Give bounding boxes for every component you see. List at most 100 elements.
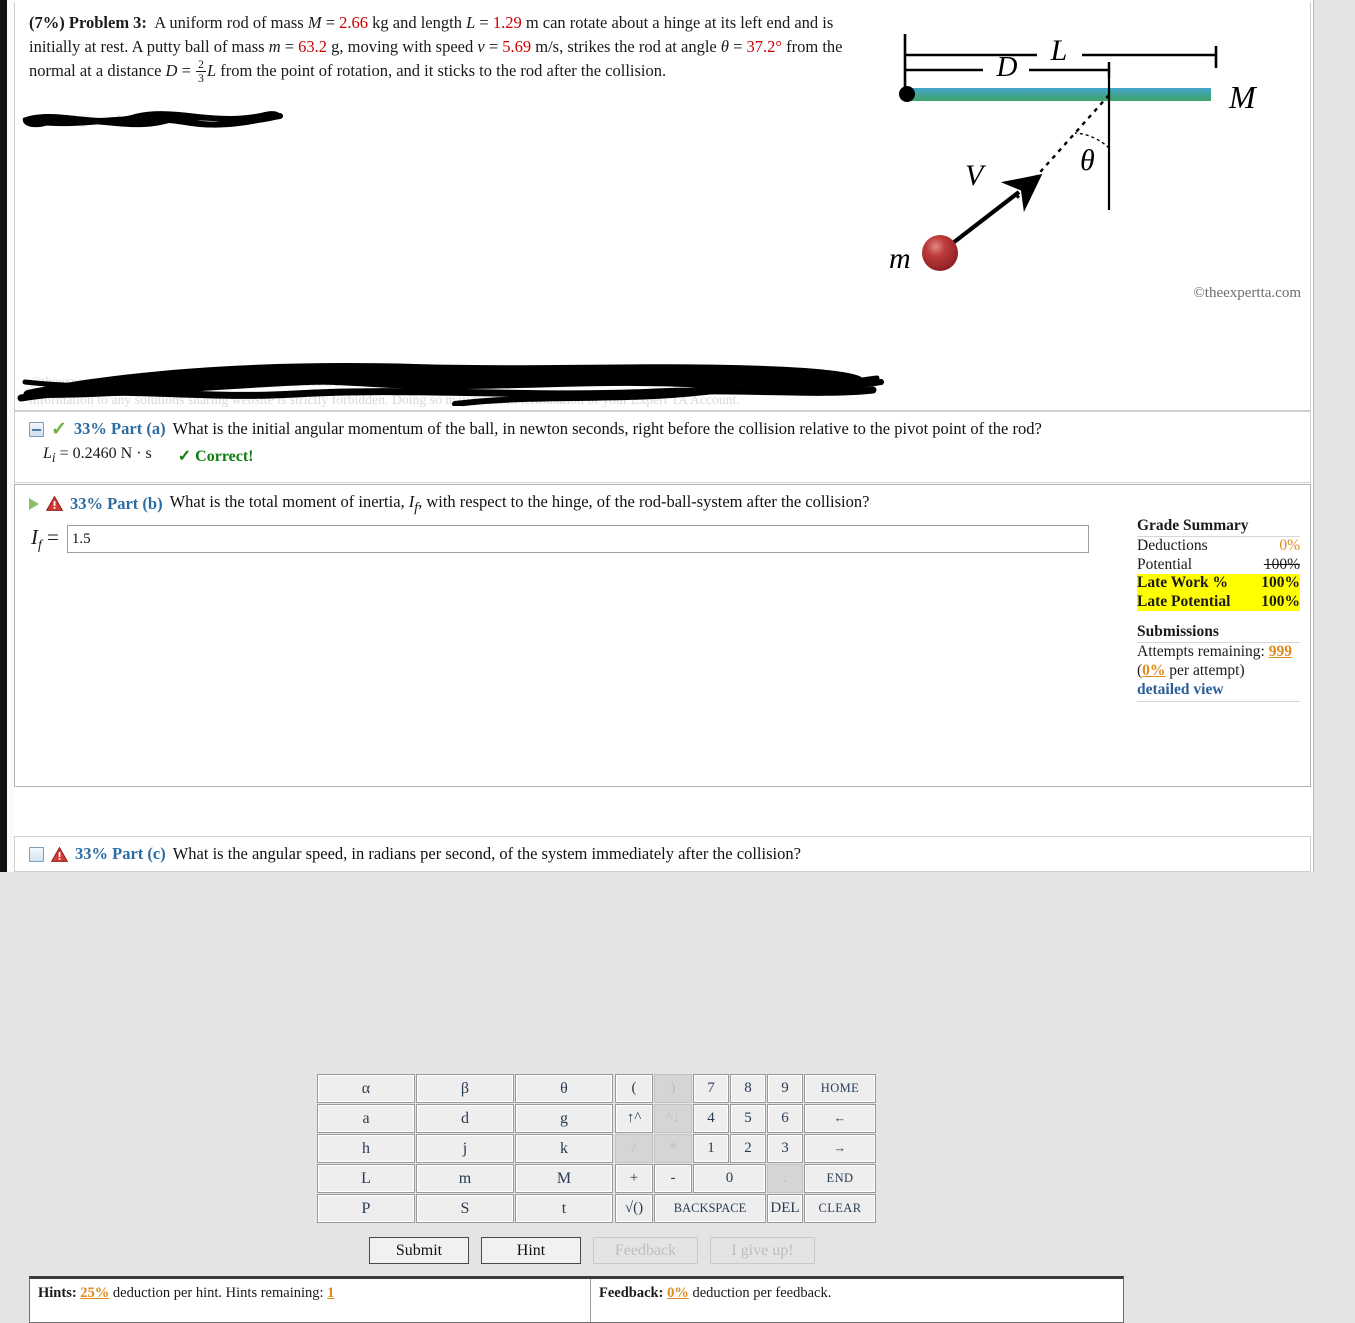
- fraction-numerator: 2: [196, 57, 206, 72]
- keypad-key-6[interactable]: 6: [767, 1104, 803, 1133]
- red-warning-icon: [45, 495, 64, 512]
- part-b-answer-sub: f: [38, 537, 42, 553]
- part-b-header: 33% Part (b) What is the total moment of…: [29, 492, 869, 515]
- grade-row-value: 100%: [1261, 592, 1300, 610]
- figure-credit: ©theexpertta.com: [1193, 285, 1301, 301]
- part-b-question-pre: What is the total moment of inertia,: [169, 492, 409, 511]
- keypad-key-DEL[interactable]: DEL: [767, 1194, 803, 1223]
- keypad-key-END[interactable]: END: [804, 1164, 876, 1193]
- per-attempt-row: (0% per attempt): [1137, 662, 1300, 681]
- keypad-key-[interactable]: (: [615, 1074, 653, 1103]
- rod-shape: [909, 88, 1211, 101]
- feedback-button: Feedback: [593, 1237, 698, 1264]
- keypad-key-h[interactable]: h: [317, 1134, 415, 1163]
- submit-button[interactable]: Submit: [369, 1237, 469, 1264]
- keypad-key-[interactable]: →: [804, 1134, 876, 1163]
- keypad-row: αβθ: [317, 1074, 613, 1103]
- hints-bar: Hints: 25% deduction per hint. Hints rem…: [29, 1276, 1124, 1323]
- var-M: M: [307, 13, 322, 32]
- keypad-key-HOME[interactable]: HOME: [804, 1074, 876, 1103]
- keypad-key-9[interactable]: 9: [767, 1074, 803, 1103]
- keypad-key-k[interactable]: k: [515, 1134, 613, 1163]
- part-c-header: 33% Part (c) What is the angular speed, …: [29, 844, 801, 864]
- part-b-question: What is the total moment of inertia, If,…: [170, 492, 870, 515]
- hint-button[interactable]: Hint: [481, 1237, 581, 1264]
- keypad-key-3[interactable]: 3: [767, 1134, 803, 1163]
- part-a-answer-var: L: [43, 445, 52, 462]
- grade-row-value: 100%: [1263, 555, 1300, 573]
- grade-row-potential: Potential 100%: [1137, 556, 1300, 575]
- keypad-key-β[interactable]: β: [416, 1074, 514, 1103]
- problem-statement-panel: (7%) Problem 3: A uniform rod of mass M …: [14, 2, 1311, 411]
- keypad-key-S[interactable]: S: [416, 1194, 514, 1223]
- keypad-key-P[interactable]: P: [317, 1194, 415, 1223]
- keypad-symbols[interactable]: αβθadghjkLmMPSt: [316, 1073, 614, 1224]
- keypad-key-[interactable]: +: [615, 1164, 653, 1193]
- var-v: v: [477, 36, 485, 56]
- hints-deduction-pct: 25%: [80, 1285, 110, 1301]
- grade-row-deductions: Deductions 0%: [1137, 537, 1300, 556]
- detailed-view-link[interactable]: detailed view: [1137, 681, 1224, 698]
- keypad-key-[interactable]: -: [654, 1164, 692, 1193]
- keypad-key-[interactable]: √(): [615, 1194, 653, 1223]
- problem-figure: L D M θ V m ©theexpertta.com: [877, 20, 1307, 310]
- var-m: m: [268, 36, 281, 56]
- keypad-key-7[interactable]: 7: [693, 1074, 729, 1103]
- watermark-tos-line2: information to any solutions sharing web…: [29, 392, 740, 407]
- keypad-key-[interactable]: ←: [804, 1104, 876, 1133]
- keypad-key-M[interactable]: M: [515, 1164, 613, 1193]
- keypad-key-1[interactable]: 1: [693, 1134, 729, 1163]
- per-attempt-text: per attempt): [1165, 661, 1245, 679]
- part-b-score: 33% Part (b): [70, 493, 163, 513]
- keypad-key-d[interactable]: d: [416, 1104, 514, 1133]
- plain-box-icon[interactable]: [29, 846, 44, 862]
- feedback-label: Feedback:: [599, 1285, 664, 1301]
- grade-row-value: 0%: [1279, 537, 1300, 554]
- hints-remaining-count: 1: [327, 1285, 335, 1301]
- feedback-deduction-pct: 0%: [667, 1285, 689, 1301]
- var-L2: L: [206, 61, 217, 81]
- eq-6: =: [177, 61, 196, 81]
- keypad-key-g[interactable]: g: [515, 1104, 613, 1133]
- keypad-key-CLEAR[interactable]: CLEAR: [804, 1194, 876, 1223]
- part-b-answer-label: If =: [31, 525, 59, 553]
- keypad-key-θ[interactable]: θ: [515, 1074, 613, 1103]
- keypad-key-[interactable]: ↑^: [615, 1104, 653, 1133]
- keypad-key-BACKSPACE[interactable]: BACKSPACE: [654, 1194, 766, 1223]
- window-left-edge: [0, 0, 7, 872]
- math-keypad[interactable]: αβθadghjkLmMPSt () 7 8 9 HOME ↑^ ^↓ 4 5 6 ← / * 1 2 3 → +…: [316, 1073, 877, 1224]
- keypad-key-m[interactable]: m: [416, 1164, 514, 1193]
- minus-box-icon[interactable]: [29, 421, 44, 437]
- keypad-key-8[interactable]: 8: [730, 1074, 766, 1103]
- var-D: D: [165, 61, 178, 81]
- keypad-key-5[interactable]: 5: [730, 1104, 766, 1133]
- keypad-key-j[interactable]: j: [416, 1134, 514, 1163]
- grade-bottom-rule: [1137, 700, 1300, 702]
- keypad-key-0[interactable]: 0: [693, 1164, 766, 1193]
- green-check-icon: ✓: [51, 418, 67, 440]
- attempts-row: Attempts remaining: 999: [1137, 643, 1300, 662]
- part-a-answer-line: Li = 0.2460 N · s ✓ Correct!: [43, 445, 253, 466]
- keypad-numeric[interactable]: () 7 8 9 HOME ↑^ ^↓ 4 5 6 ← / * 1 2 3 → + -0. END √() BACKSPA…: [614, 1073, 877, 1224]
- keypad-key-α[interactable]: α: [317, 1074, 415, 1103]
- keypad-key-L[interactable]: L: [317, 1164, 415, 1193]
- part-a-answer: Li = 0.2460 N · s: [43, 445, 152, 466]
- answer-input[interactable]: [66, 525, 1089, 554]
- grade-rows: Deductions 0% Potential 100% Late Work % 100%…: [1137, 537, 1300, 612]
- keypad-row: + -0. END: [615, 1164, 876, 1193]
- part-a-status: ✓ Correct!: [177, 447, 254, 465]
- attempts-count: 999: [1268, 643, 1292, 661]
- keypad-row: / * 1 2 3 →: [615, 1134, 876, 1163]
- part-c-question: What is the angular speed, in radians pe…: [172, 844, 801, 863]
- figure-label-theta: θ: [1080, 144, 1095, 177]
- keypad-key-2[interactable]: 2: [730, 1134, 766, 1163]
- green-triangle-right-icon[interactable]: [29, 497, 39, 510]
- part-a-score: 33% Part (a): [73, 419, 166, 438]
- problem-t7: from the point of rotation, and it stick…: [216, 61, 667, 81]
- keypad-key-4[interactable]: 4: [693, 1104, 729, 1133]
- keypad-key-a[interactable]: a: [317, 1104, 415, 1133]
- keypad-key-: .: [767, 1164, 803, 1193]
- fraction-denominator: 3: [198, 70, 204, 85]
- problem-t1: A uniform rod of mass: [154, 13, 308, 32]
- keypad-key-t[interactable]: t: [515, 1194, 613, 1223]
